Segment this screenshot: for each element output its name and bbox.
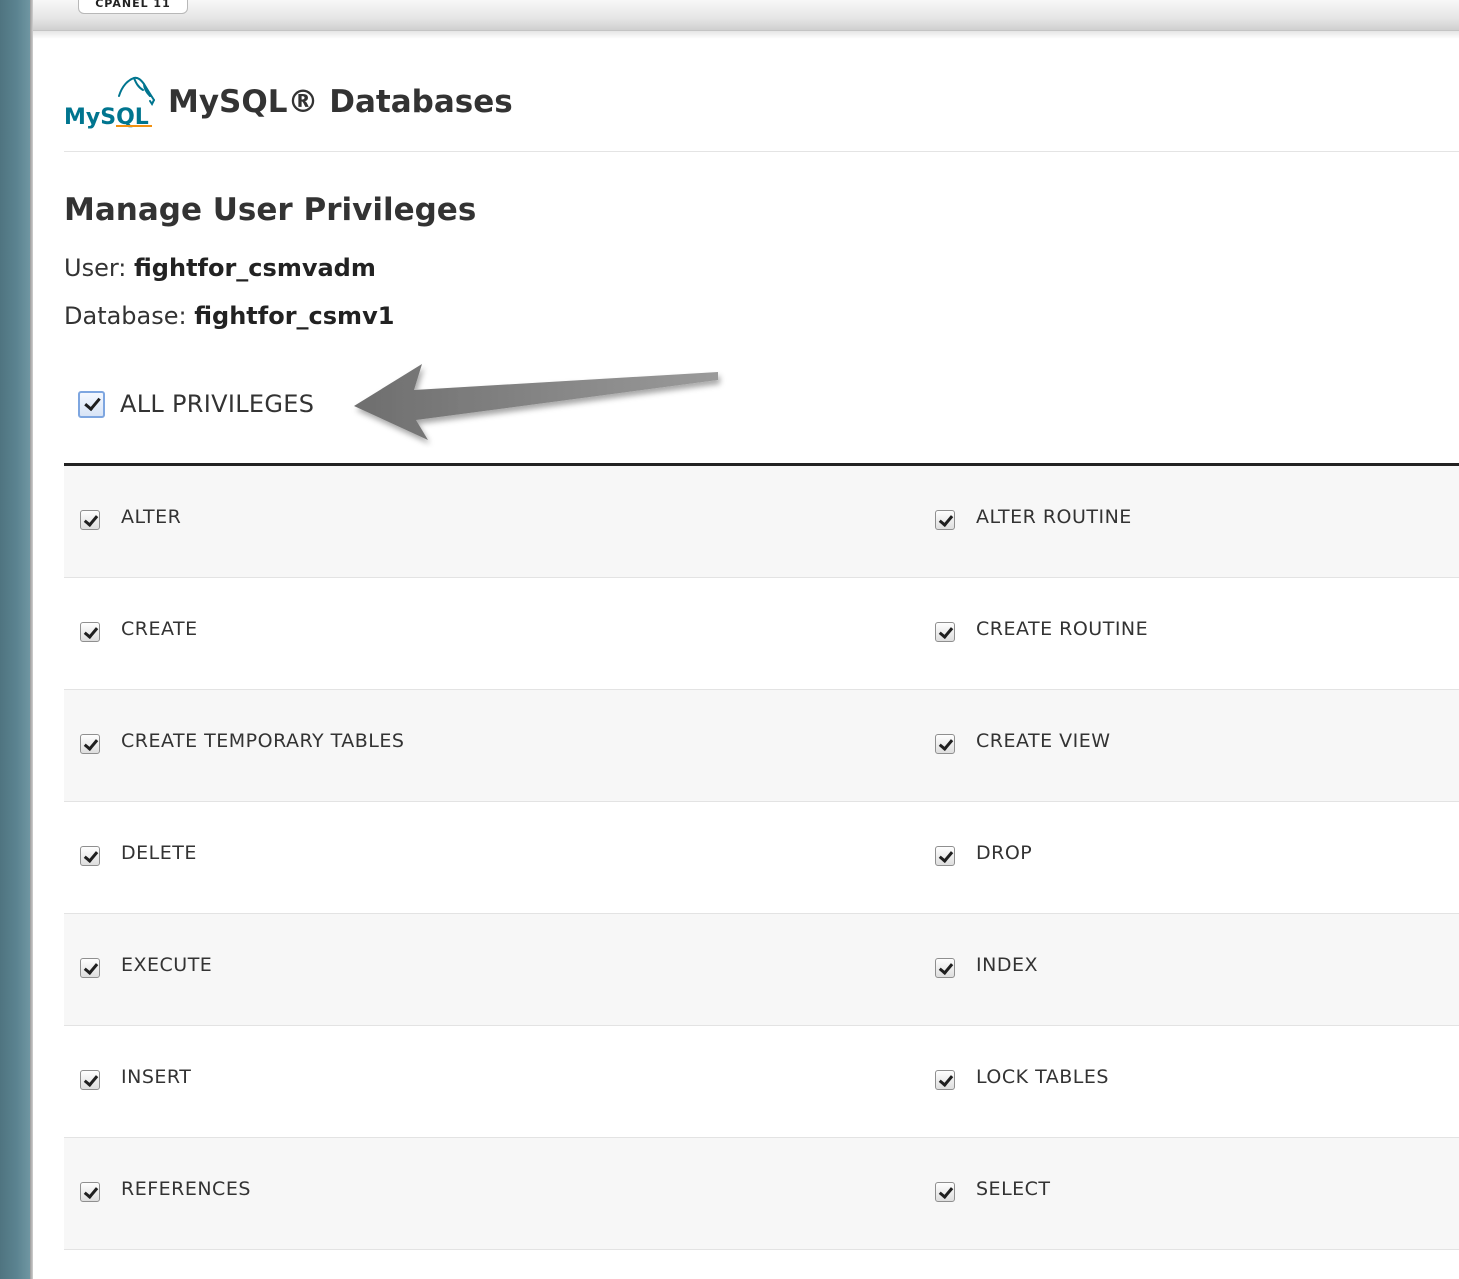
privilege-option[interactable]: DROP [919,802,1459,913]
table-row: REFERENCES SELECT [64,1138,1459,1250]
privilege-checkbox[interactable] [935,622,955,642]
privilege-option[interactable]: ALTER [64,466,919,577]
privilege-label[interactable]: ALTER [121,506,181,528]
privilege-checkbox[interactable] [935,958,955,978]
page-header: MySQL MySQL® Databases [64,72,513,132]
privilege-checkbox[interactable] [80,846,100,866]
table-row: ALTER ALTER ROUTINE [64,466,1459,578]
privilege-checkbox[interactable] [80,734,100,754]
privilege-label[interactable]: DROP [976,842,1032,864]
header-divider [64,151,1459,152]
privilege-label[interactable]: CREATE [121,618,198,640]
table-row: DELETE DROP [64,802,1459,914]
privilege-label[interactable]: INDEX [976,954,1038,976]
privilege-checkbox[interactable] [80,958,100,978]
privilege-checkbox[interactable] [80,510,100,530]
table-row: EXECUTE INDEX [64,914,1459,1026]
privilege-label[interactable]: EXECUTE [121,954,212,976]
database-label: Database: [64,302,187,330]
user-label: User: [64,254,127,282]
privilege-label[interactable]: DELETE [121,842,197,864]
privilege-checkbox[interactable] [935,510,955,530]
mysql-logo-icon: MySQL [64,76,155,130]
privilege-label[interactable]: REFERENCES [121,1178,251,1200]
user-value: fightfor_csmvadm [134,254,376,282]
privilege-label[interactable]: CREATE ROUTINE [976,618,1148,640]
privilege-label[interactable]: CREATE VIEW [976,730,1111,752]
privilege-label[interactable]: LOCK TABLES [976,1066,1109,1088]
privilege-option[interactable]: CREATE TEMPORARY TABLES [64,690,919,801]
table-row: INSERT LOCK TABLES [64,1026,1459,1138]
privilege-option[interactable]: INSERT [64,1026,919,1137]
sidebar-divider [30,0,33,1279]
top-bar [33,0,1459,31]
privilege-option[interactable]: SELECT [919,1138,1459,1249]
database-info: Database: fightfor_csmv1 [64,302,394,330]
section-title: Manage User Privileges [64,192,477,228]
all-privileges-option[interactable]: ALL PRIVILEGES [78,390,314,418]
privilege-checkbox[interactable] [935,1070,955,1090]
privilege-option[interactable]: DELETE [64,802,919,913]
privilege-label[interactable]: ALTER ROUTINE [976,506,1132,528]
top-bar-shadow [33,31,1459,39]
privilege-label[interactable]: CREATE TEMPORARY TABLES [121,730,404,752]
table-row: CREATE CREATE ROUTINE [64,578,1459,690]
privilege-label[interactable]: SELECT [976,1178,1051,1200]
privilege-checkbox[interactable] [80,1182,100,1202]
privilege-checkbox[interactable] [80,1070,100,1090]
cpanel-brand-tab[interactable]: CPANEL 11 [78,0,188,14]
privilege-checkbox[interactable] [80,622,100,642]
privilege-option[interactable]: REFERENCES [64,1138,919,1249]
database-value: fightfor_csmv1 [194,302,395,330]
privilege-option[interactable]: CREATE [64,578,919,689]
privilege-checkbox[interactable] [935,1182,955,1202]
privilege-option[interactable]: LOCK TABLES [919,1026,1459,1137]
privileges-table: ALTER ALTER ROUTINE CREATE CREATE ROUTIN… [64,463,1459,1250]
privilege-option[interactable]: CREATE VIEW [919,690,1459,801]
privilege-checkbox[interactable] [935,846,955,866]
arrow-left-icon [354,364,718,440]
privilege-option[interactable]: CREATE ROUTINE [919,578,1459,689]
left-sidebar-strip [0,0,30,1279]
privilege-label[interactable]: INSERT [121,1066,191,1088]
page-title: MySQL® Databases [168,84,513,120]
privilege-checkbox[interactable] [935,734,955,754]
table-row: CREATE TEMPORARY TABLES CREATE VIEW [64,690,1459,802]
privilege-option[interactable]: ALTER ROUTINE [919,466,1459,577]
all-privileges-label[interactable]: ALL PRIVILEGES [120,390,314,418]
privilege-option[interactable]: INDEX [919,914,1459,1025]
privilege-option[interactable]: EXECUTE [64,914,919,1025]
user-info: User: fightfor_csmvadm [64,254,376,282]
all-privileges-checkbox[interactable] [78,390,105,418]
